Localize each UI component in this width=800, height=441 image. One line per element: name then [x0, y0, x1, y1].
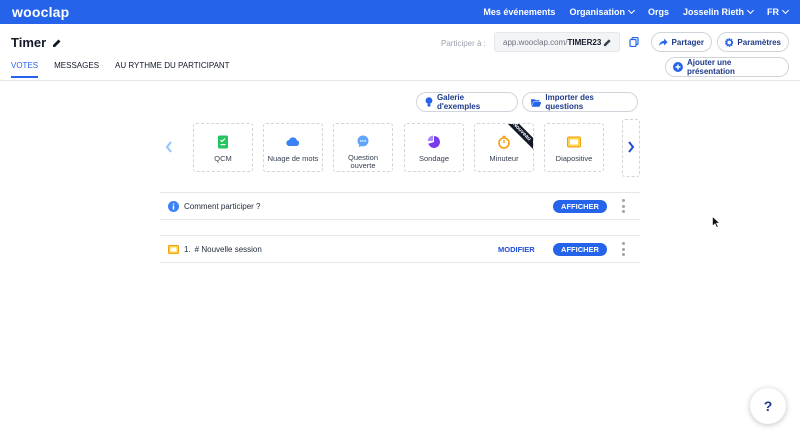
gallery-label: Galerie d'exemples	[436, 93, 481, 111]
tab-messages[interactable]: MESSAGES	[54, 61, 99, 78]
info-icon	[168, 200, 179, 212]
show-button[interactable]: AFFICHER	[553, 199, 607, 213]
nav-user-menu[interactable]: Josselin Rieth	[682, 6, 755, 17]
gear-icon	[725, 37, 734, 47]
question-type-timer[interactable]: Minuteur Nouveau	[474, 123, 534, 172]
more-options-icon[interactable]	[622, 199, 626, 213]
settings-label: Paramètres	[737, 37, 781, 47]
add-presentation-label: Ajouter une présentation	[686, 58, 735, 76]
pencil-icon[interactable]	[52, 38, 62, 48]
carousel-next-arrow[interactable]	[626, 140, 636, 154]
tabs-divider	[0, 80, 800, 81]
examples-gallery-button[interactable]: Galerie d'exemples	[416, 92, 518, 112]
question-type-slide[interactable]: Diapositive	[544, 123, 604, 172]
event-title-text: Timer	[11, 35, 47, 50]
show-button[interactable]: AFFICHER	[553, 242, 607, 256]
qcm-icon	[218, 135, 228, 149]
slide-icon	[567, 136, 581, 148]
participate-label: Participer à :	[441, 39, 486, 48]
participation-url[interactable]: app.wooclap.com/TIMER23	[494, 32, 620, 52]
url-code: TIMER23	[567, 37, 602, 47]
chevron-down-icon	[746, 6, 755, 15]
url-prefix: app.wooclap.com/	[503, 37, 568, 47]
word-cloud-label: Nuage de mots	[267, 154, 319, 163]
user-name: Josselin Rieth	[682, 7, 744, 17]
nav-organisation-label: Organisation	[569, 7, 625, 17]
carousel-prev-arrow[interactable]	[164, 140, 174, 154]
more-options-icon[interactable]	[622, 242, 626, 256]
lightbulb-icon	[425, 97, 433, 107]
share-icon	[659, 38, 668, 46]
slide-label: Diapositive	[555, 154, 593, 163]
plus-circle-icon	[673, 62, 683, 72]
qcm-label: QCM	[214, 154, 232, 163]
how-to-participate-row: Comment participer ? AFFICHER	[160, 192, 640, 220]
timer-label: Minuteur	[489, 154, 519, 163]
session-row: 1. # Nouvelle session MODIFIER AFFICHER	[160, 235, 640, 263]
question-type-word-cloud[interactable]: Nuage de mots	[263, 123, 323, 172]
import-label: Importer des questions	[545, 93, 594, 111]
nav-organisation[interactable]: Organisation	[569, 6, 635, 17]
mouse-cursor-icon	[712, 216, 720, 228]
chat-bubble-icon	[357, 135, 369, 148]
help-button[interactable]: ?	[750, 388, 786, 424]
nav-my-events-label: Mes événements	[483, 7, 556, 17]
folder-open-icon	[531, 98, 542, 107]
nav-orgs-label: Orgs	[647, 7, 669, 17]
session-number: 1.	[184, 244, 191, 254]
settings-button[interactable]: Paramètres	[717, 32, 789, 52]
poll-label: Sondage	[418, 154, 450, 163]
question-type-poll[interactable]: Sondage	[404, 123, 464, 172]
nav-language[interactable]: FR	[767, 6, 790, 17]
copy-icon[interactable]	[629, 37, 639, 47]
pie-chart-icon	[427, 135, 441, 148]
slide-icon	[168, 244, 179, 254]
modify-button[interactable]: MODIFIER	[498, 245, 535, 254]
stopwatch-icon	[498, 135, 510, 149]
how-to-participate-text: Comment participer ?	[184, 201, 261, 211]
tab-self-paced[interactable]: AU RYTHME DU PARTICIPANT	[115, 61, 230, 78]
pencil-icon[interactable]	[603, 38, 612, 47]
chevron-down-icon	[781, 6, 790, 15]
question-type-qcm[interactable]: QCM	[193, 123, 253, 172]
language-label: FR	[767, 7, 779, 17]
cloud-icon	[286, 137, 300, 147]
tab-bar: VOTES MESSAGES AU RYTHME DU PARTICIPANT	[11, 61, 246, 78]
session-title: # Nouvelle session	[194, 244, 262, 254]
top-navbar: wooclap Mes événements Organisation Orgs…	[0, 0, 800, 24]
wooclap-logo[interactable]: wooclap	[12, 4, 69, 20]
share-label: Partager	[671, 37, 704, 47]
question-type-open-question[interactable]: Question ouverte	[333, 123, 393, 172]
nav-orgs[interactable]: Orgs	[648, 7, 669, 17]
open-question-label: Question ouverte	[347, 152, 379, 171]
top-nav-menu: Mes événements Organisation Orgs Josseli…	[483, 6, 790, 17]
share-button[interactable]: Partager	[651, 32, 712, 52]
add-presentation-button[interactable]: Ajouter une présentation	[665, 57, 789, 77]
chevron-down-icon	[627, 6, 635, 15]
tab-votes[interactable]: VOTES	[11, 61, 39, 78]
event-title: Timer	[11, 35, 62, 50]
nav-my-events[interactable]: Mes événements	[483, 7, 555, 17]
import-questions-button[interactable]: Importer des questions	[522, 92, 638, 112]
